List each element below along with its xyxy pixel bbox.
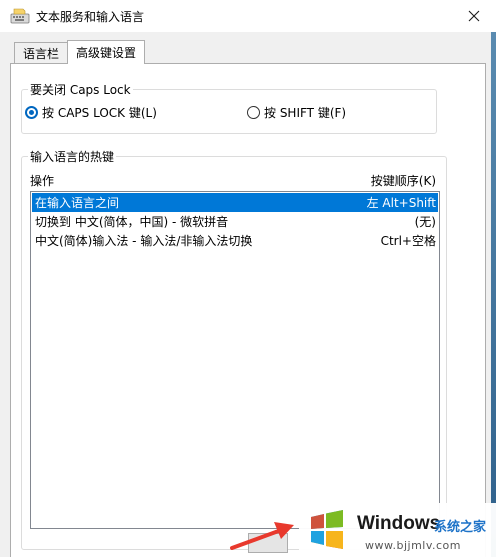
radio-unselected-icon <box>247 106 260 119</box>
watermark-brand-cn: 系统之家 <box>434 520 487 535</box>
radio-caps-lock-key[interactable]: 按 CAPS LOCK 键(L) <box>25 104 157 121</box>
hotkey-keys: Ctrl+空格 <box>380 234 436 248</box>
hotkey-action: 中文(简体)输入法 - 输入法/非输入法切换 <box>35 234 253 248</box>
hotkey-action: 在输入语言之间 <box>35 196 120 210</box>
text-services-icon <box>10 8 30 24</box>
watermark-brand: Windows <box>357 513 441 534</box>
column-header-action: 操作 <box>30 174 55 188</box>
window-title: 文本服务和输入语言 <box>36 10 145 24</box>
radio-shift-label: 按 SHIFT 键(F) <box>264 106 347 120</box>
pointer-arrow-icon <box>230 522 294 550</box>
hotkeys-listbox[interactable]: 在输入语言之间 左 Alt+Shift 切换到 中文(简体，中国) - 微软拼音… <box>30 191 440 529</box>
list-item[interactable]: 切换到 中文(简体，中国) - 微软拼音 (无) <box>32 212 438 231</box>
caps-lock-group-title: 要关闭 Caps Lock <box>28 81 133 98</box>
tab-strip: 语言栏 高级键设置 <box>14 40 146 64</box>
list-item[interactable]: 中文(简体)输入法 - 输入法/非输入法切换 Ctrl+空格 <box>32 231 438 250</box>
radio-caps-lock-label: 按 CAPS LOCK 键(L) <box>42 106 157 120</box>
hotkey-action: 切换到 中文(简体，中国) - 微软拼音 <box>35 215 229 229</box>
column-header-key-sequence: 按键顺序(K) <box>370 174 436 188</box>
windows-logo-icon <box>311 510 343 549</box>
list-item[interactable]: 在输入语言之间 左 Alt+Shift <box>32 193 438 212</box>
hotkeys-group-title: 输入语言的热键 <box>28 148 117 165</box>
tab-page-advanced-key-settings: 要关闭 Caps Lock 按 CAPS LOCK 键(L) 按 SHIFT 键… <box>10 63 486 557</box>
hotkeys-group: 输入语言的热键 操作 按键顺序(K) 在输入语言之间 左 Alt+Shift 切… <box>21 148 447 553</box>
caps-lock-group: 要关闭 Caps Lock 按 CAPS LOCK 键(L) 按 SHIFT 键… <box>21 81 437 134</box>
site-watermark: Windows 系统之家 www.bjjmlv.com <box>299 503 496 557</box>
watermark-url: www.bjjmlv.com <box>365 539 461 552</box>
close-button[interactable] <box>460 4 488 28</box>
hotkey-keys: 左 Alt+Shift <box>366 196 436 210</box>
tab-advanced-key-settings[interactable]: 高级键设置 <box>67 40 146 64</box>
radio-shift-key[interactable]: 按 SHIFT 键(F) <box>247 104 346 121</box>
close-icon <box>468 10 480 22</box>
hotkey-keys: (无) <box>414 215 436 229</box>
dialog-body: 语言栏 高级键设置 要关闭 Caps Lock 按 CAPS LOCK 键(L)… <box>10 40 486 557</box>
radio-selected-icon <box>25 106 38 119</box>
tab-language-bar[interactable]: 语言栏 <box>14 42 69 64</box>
desktop-background-edge <box>491 32 496 557</box>
title-bar: 文本服务和输入语言 <box>0 0 496 32</box>
